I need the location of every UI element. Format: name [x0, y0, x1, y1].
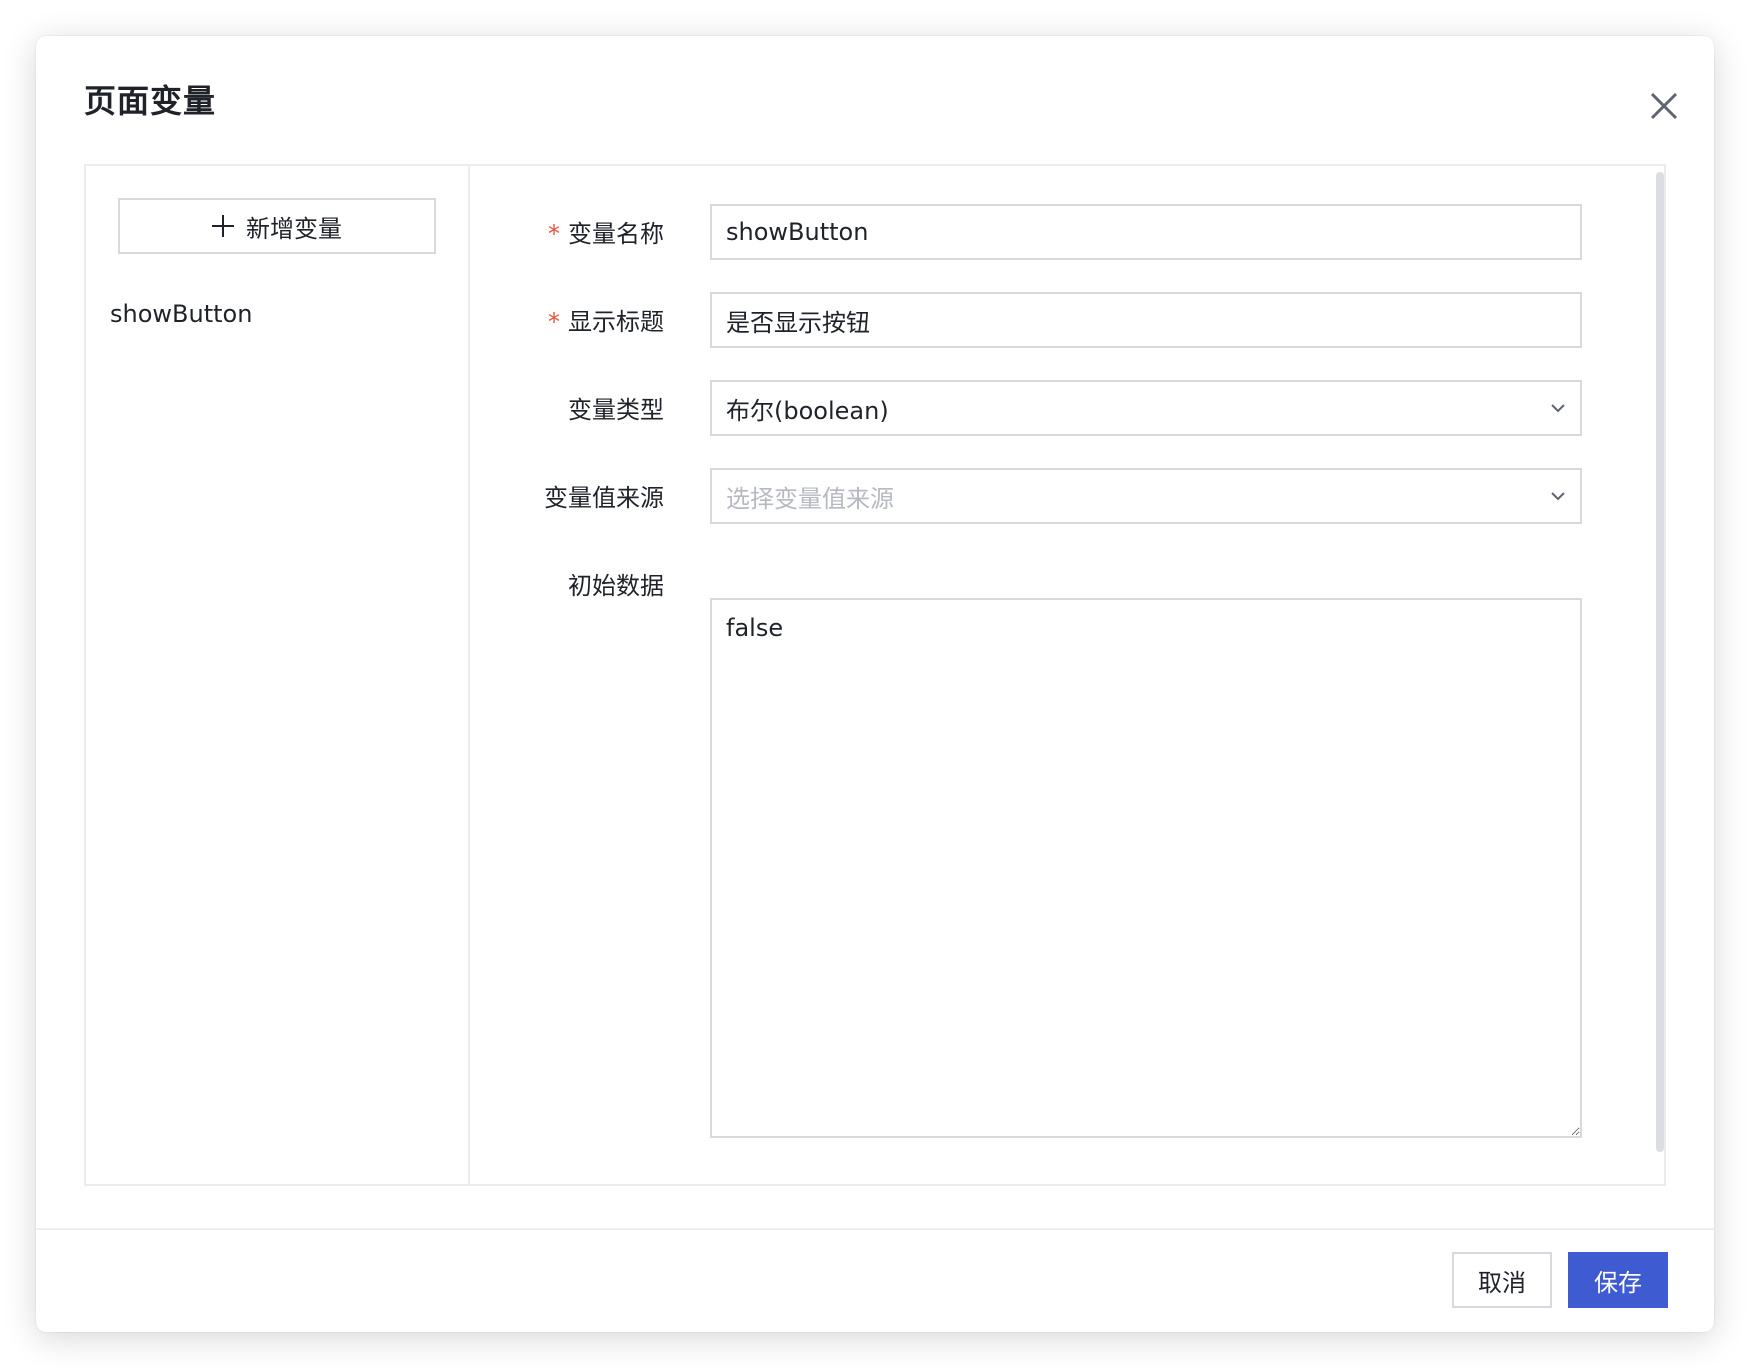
var-type-value: 布尔(boolean) [726, 396, 889, 425]
initial-data-textarea[interactable]: false [710, 598, 1582, 1138]
save-button[interactable]: 保存 [1568, 1252, 1668, 1308]
var-type-label: 变量类型 [568, 396, 664, 424]
add-variable-label: 新增变量 [246, 214, 342, 243]
close-icon [1650, 92, 1678, 120]
value-source-select[interactable]: 选择变量值来源 [710, 468, 1582, 524]
chevron-down-icon [1551, 492, 1565, 501]
chevron-down-icon [1551, 404, 1565, 413]
plus-icon [212, 215, 234, 237]
display-title-input[interactable] [710, 292, 1582, 348]
var-name-label: * 变量名称 [548, 220, 664, 248]
scrollbar[interactable] [1656, 172, 1664, 1152]
required-mark: * [548, 220, 560, 248]
dialog-title: 页面变量 [84, 82, 217, 120]
var-name-input[interactable] [710, 204, 1582, 260]
initial-data-label: 初始数据 [568, 572, 664, 600]
var-type-select[interactable]: 布尔(boolean) [710, 380, 1582, 436]
dialog-body: 新增变量 showButton *变量名称 *显示标题 变量类型 布尔(bool… [84, 164, 1666, 1186]
variable-form: *变量名称 *显示标题 变量类型 布尔(boolean) 变量值来源 选择变量值… [470, 166, 1664, 1184]
required-mark: * [548, 308, 560, 336]
value-source-label: 变量值来源 [544, 484, 664, 512]
value-source-placeholder: 选择变量值来源 [726, 484, 894, 513]
footer-divider [36, 1228, 1714, 1230]
cancel-button[interactable]: 取消 [1452, 1252, 1552, 1308]
page-variables-dialog: 页面变量 新增变量 showButton *变量名称 *显示标题 [36, 36, 1714, 1332]
sidebar-item-showbutton[interactable]: showButton [110, 300, 252, 328]
close-button[interactable] [1636, 78, 1692, 134]
add-variable-button[interactable]: 新增变量 [118, 198, 436, 254]
display-title-label: * 显示标题 [548, 308, 664, 336]
variable-sidebar: 新增变量 showButton [86, 166, 470, 1184]
